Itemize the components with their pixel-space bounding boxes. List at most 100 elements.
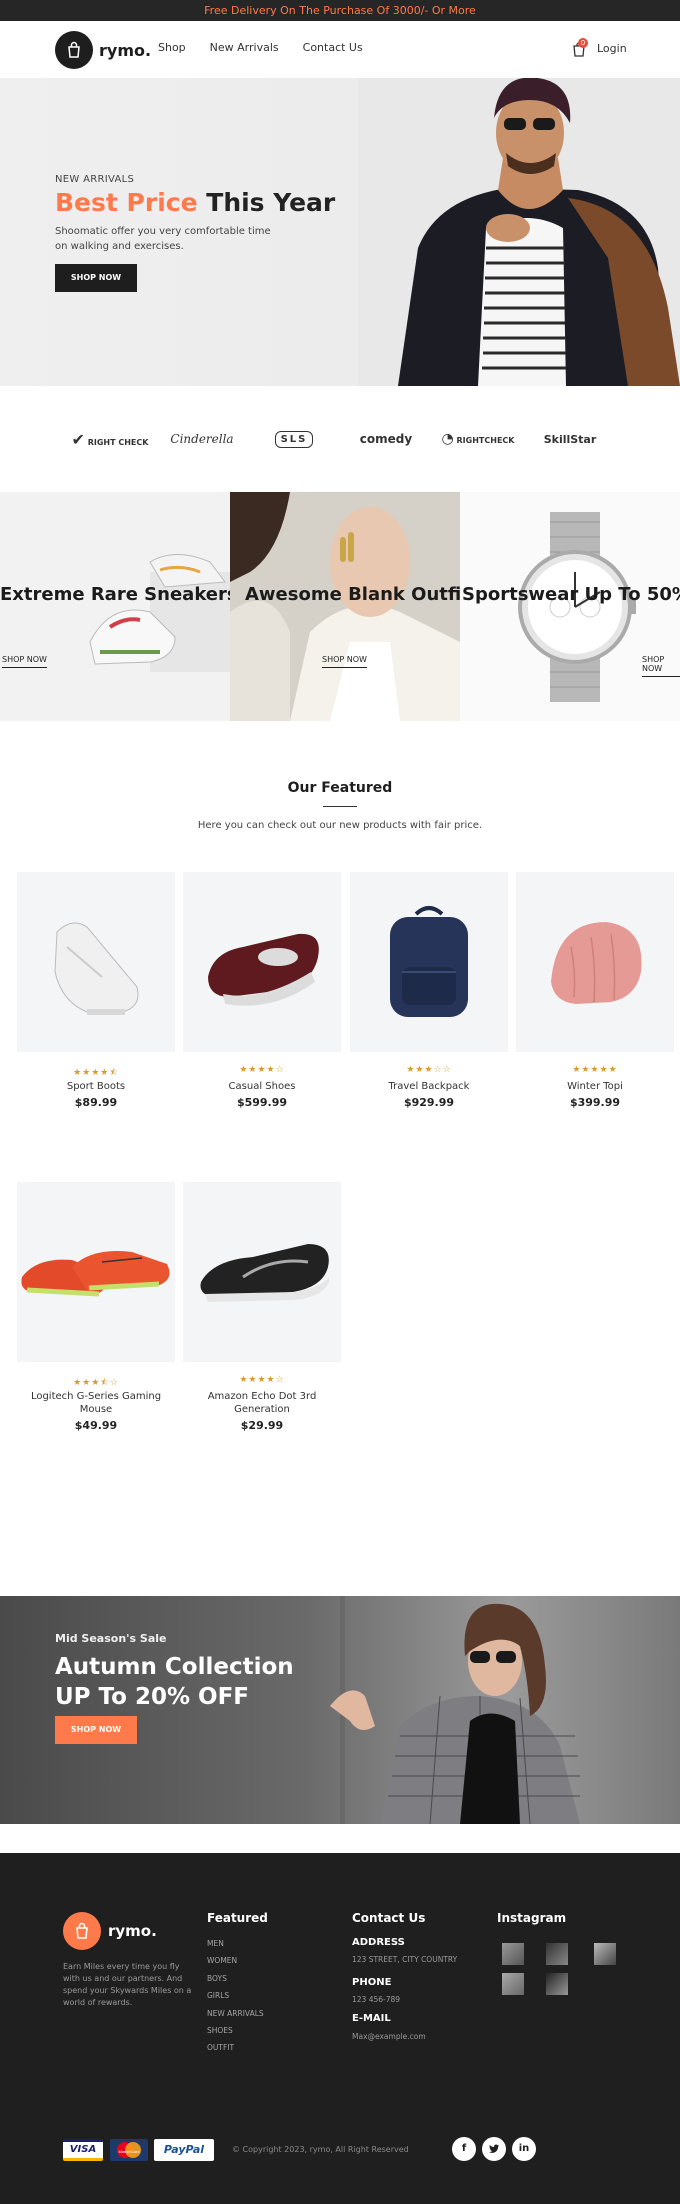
product-image[interactable]	[183, 1182, 341, 1362]
brand-cinderella[interactable]: Cinderella	[156, 432, 248, 446]
sale-title-line2: UP To 20% OFF	[55, 1684, 250, 1710]
rating-stars: ★★★★☆	[239, 1375, 285, 1385]
product-card[interactable]: ★★★★⯪ Sport Boots $89.99	[17, 872, 175, 1109]
bag-logo-icon	[55, 31, 93, 69]
product-price: $399.99	[569, 1096, 621, 1109]
product-name[interactable]: Winter Topi	[516, 1080, 674, 1093]
sale-label: Mid Season's Sale	[55, 1632, 167, 1645]
promo-topbar: Free Delivery On The Purchase Of 3000/- …	[0, 0, 680, 21]
instagram-thumbnail[interactable]	[546, 1943, 568, 1965]
promo-tile-sportswear[interactable]: Sportswear Up To 50% of SHOP NOW	[460, 492, 680, 721]
product-name[interactable]: Logitech G-Series Gaming Mouse	[17, 1390, 175, 1416]
footer-logo[interactable]: rymo.	[63, 1912, 157, 1950]
brand-comedy[interactable]: comedy	[340, 432, 432, 446]
copyright-text: © Copyright 2023, rymo, All Right Reserv…	[232, 2145, 409, 2154]
login-link[interactable]: Login	[597, 42, 627, 55]
footer-featured-title: Featured	[207, 1911, 268, 1925]
nav-shop[interactable]: Shop	[158, 41, 186, 54]
sneaker-image	[89, 554, 230, 672]
phone-label: PHONE	[352, 1977, 392, 1988]
logo[interactable]: rymo.	[55, 31, 151, 69]
promo-link-sneakers[interactable]: SHOP NOW	[2, 655, 47, 668]
brand-sls[interactable]: SLS	[248, 430, 340, 448]
nav-new-arrivals[interactable]: New Arrivals	[210, 41, 279, 54]
main-nav: Shop New Arrivals Contact Us	[158, 41, 363, 54]
footer-about: Earn Miles every time you fly with us an…	[63, 1962, 192, 2007]
address-value: 123 STREET, CITY COUNTRY	[352, 1955, 458, 1964]
product-name[interactable]: Sport Boots	[17, 1080, 175, 1093]
footer-link-girls[interactable]: GIRLS	[207, 1991, 264, 2008]
featured-subtitle: Here you can check out our new products …	[197, 820, 483, 831]
bag-logo-icon	[63, 1912, 101, 1950]
product-card[interactable]: ★★★☆☆ Travel Backpack $929.99	[350, 872, 508, 1109]
promo-tile-outfit[interactable]: Awesome Blank Outfit SHOP NOW	[230, 492, 460, 721]
footer-featured-links: MEN WOMEN BOYS GIRLS NEW ARRIVALS SHOES …	[207, 1939, 264, 2061]
payment-mastercard-icon: MasterCard	[110, 2139, 148, 2161]
address-label: ADDRESS	[352, 1937, 405, 1948]
instagram-thumbnail[interactable]	[594, 1943, 616, 1965]
rating-stars: ★★★★⯪	[73, 1068, 119, 1078]
facebook-icon[interactable]: f	[452, 2137, 476, 2161]
sale-title: Autumn Collection UP To 20% OFF	[55, 1652, 294, 1712]
featured-divider	[323, 806, 357, 807]
footer-logo-text: rymo.	[108, 1922, 157, 1940]
instagram-thumbnail[interactable]	[546, 1973, 568, 1995]
payment-visa-icon: VISA	[63, 2139, 103, 2161]
brand-rightcheck[interactable]: ◔ RIGHTCHECK	[432, 431, 524, 447]
product-image[interactable]	[17, 1182, 175, 1362]
twitter-icon[interactable]	[482, 2137, 506, 2161]
promo-tile-sneakers[interactable]: Extreme Rare Sneakers SHOP NOW	[0, 492, 230, 721]
nav-contact-us[interactable]: Contact Us	[303, 41, 363, 54]
product-name[interactable]: Casual Shoes	[183, 1080, 341, 1093]
product-price: $49.99	[74, 1419, 118, 1432]
footer-link-women[interactable]: WOMEN	[207, 1956, 264, 1973]
rating-stars: ★★★★☆	[239, 1065, 285, 1075]
email-value[interactable]: Max@example.com	[352, 2032, 426, 2041]
product-name[interactable]: Travel Backpack	[350, 1080, 508, 1093]
circle-check-icon: ◔	[441, 431, 454, 447]
product-price: $29.99	[240, 1419, 284, 1432]
product-image[interactable]	[183, 872, 341, 1052]
product-image[interactable]	[17, 872, 175, 1052]
instagram-thumbnail[interactable]	[502, 1973, 524, 1995]
hero-banner: NEW ARRIVALS Best Price This Year Shooma…	[0, 78, 680, 386]
sale-shop-now-button[interactable]: SHOP NOW	[55, 1716, 137, 1744]
brand-skillstar[interactable]: SkillStar	[524, 433, 616, 446]
product-card[interactable]: ★★★★☆ Amazon Echo Dot 3rd Generation $29…	[183, 1182, 341, 1432]
rating-stars: ★★★⯪☆	[73, 1378, 119, 1388]
promo-link-outfit[interactable]: SHOP NOW	[322, 655, 367, 668]
header: rymo. Shop New Arrivals Contact Us 0 Log…	[0, 21, 680, 78]
footer-link-outfit[interactable]: OUTFIT	[207, 2043, 264, 2060]
footer-link-new-arrivals[interactable]: NEW ARRIVALS	[207, 2009, 264, 2026]
footer-link-boys[interactable]: BOYS	[207, 1974, 264, 1991]
promo-title-sportswear: Sportswear Up To 50% of	[462, 584, 680, 605]
product-price: $929.99	[403, 1096, 455, 1109]
promo-title-sneakers: Extreme Rare Sneakers	[0, 584, 230, 605]
product-name[interactable]: Amazon Echo Dot 3rd Generation	[183, 1390, 341, 1416]
product-image[interactable]	[516, 872, 674, 1052]
footer-link-men[interactable]: MEN	[207, 1939, 264, 1956]
rating-stars: ★★★★★	[572, 1065, 618, 1075]
brand-right-check[interactable]: ✔ RIGHT CHECK	[64, 430, 156, 449]
hero-shop-now-button[interactable]: SHOP NOW	[55, 264, 137, 292]
email-label: E-MAIL	[352, 2013, 391, 2024]
payment-paypal-icon: PayPal	[154, 2139, 214, 2161]
brand-logos: ✔ RIGHT CHECK Cinderella SLS comedy ◔ RI…	[0, 386, 680, 492]
phone-value: 123 456-789	[352, 1995, 401, 2004]
product-card[interactable]: ★★★⯪☆ Logitech G-Series Gaming Mouse $49…	[17, 1182, 175, 1432]
hero-model-image	[358, 78, 680, 386]
product-image[interactable]	[350, 872, 508, 1052]
logo-text: rymo.	[99, 40, 152, 60]
outfit-image	[230, 492, 460, 721]
footer-link-shoes[interactable]: SHOES	[207, 2026, 264, 2043]
hero-label: NEW ARRIVALS	[55, 174, 135, 185]
product-card[interactable]: ★★★★☆ Casual Shoes $599.99	[183, 872, 341, 1109]
product-card[interactable]: ★★★★★ Winter Topi $399.99	[516, 872, 674, 1109]
instagram-thumbnail[interactable]	[502, 1943, 524, 1965]
promo-title-outfit: Awesome Blank Outfit	[245, 584, 460, 605]
footer-instagram-title: Instagram	[497, 1911, 567, 1925]
hero-title: Best Price This Year	[55, 188, 335, 217]
promo-link-sportswear[interactable]: SHOP NOW	[642, 655, 680, 677]
featured-title: Our Featured	[287, 780, 393, 796]
linkedin-icon[interactable]: in	[512, 2137, 536, 2161]
